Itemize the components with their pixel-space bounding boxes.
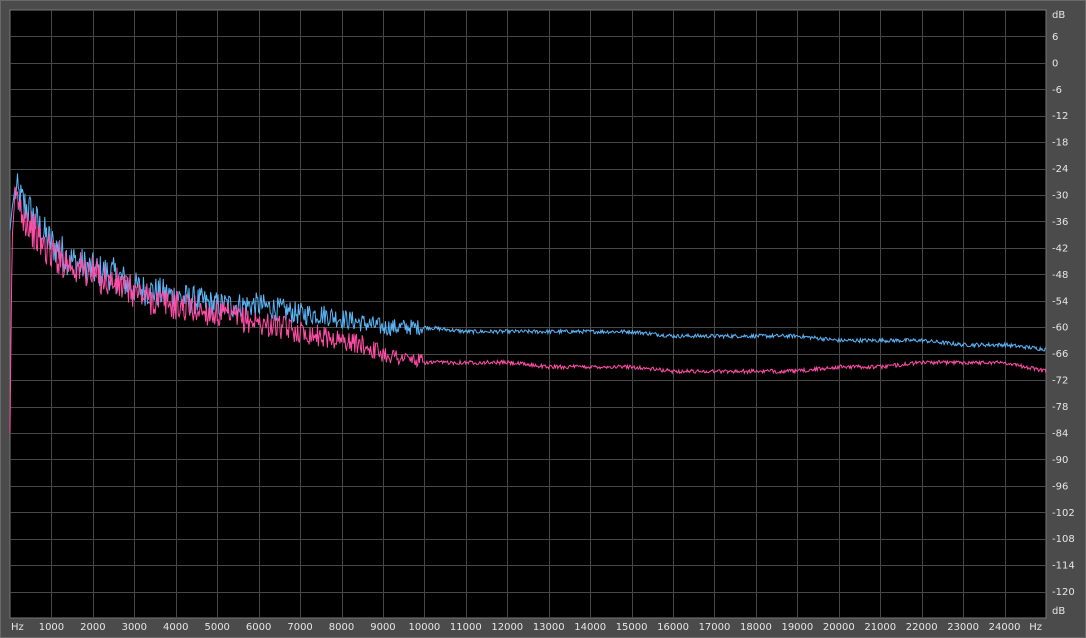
y-tick-label: -96: [1052, 481, 1068, 492]
spectrum-chart: 1000 2000 3000 4000 5000 6000 7000 8000 9000 1000…: [9, 9, 1075, 633]
x-tick-label: 20000: [823, 622, 855, 633]
x-tick-label: 5000: [204, 622, 229, 633]
x-unit-left: Hz: [11, 622, 24, 633]
x-tick-label: 1000: [39, 622, 64, 633]
x-unit-right: Hz: [1029, 622, 1042, 633]
y-tick-label: -66: [1052, 349, 1068, 360]
x-tick-label: 8000: [329, 622, 354, 633]
y-tick-label: 0: [1052, 58, 1058, 69]
spectrum-frame: 1000 2000 3000 4000 5000 6000 7000 8000 9000 1000…: [0, 0, 1086, 638]
x-tick-labels: 1000 2000 3000 4000 5000 6000 7000 8000 9000 1000…: [39, 622, 1021, 633]
x-tick-label: 16000: [657, 622, 689, 633]
y-unit-bottom: dB: [1052, 606, 1065, 617]
x-tick-label: 2000: [80, 622, 105, 633]
y-tick-label: -42: [1052, 243, 1068, 254]
y-tick-label: -24: [1052, 164, 1068, 175]
y-tick-label: -84: [1052, 428, 1068, 439]
x-tick-label: 18000: [740, 622, 772, 633]
x-tick-label: 24000: [989, 622, 1021, 633]
y-tick-label: -18: [1052, 138, 1068, 149]
y-tick-label: -6: [1052, 85, 1062, 96]
y-tick-labels: 6 0 -6 -12 -18 -24 -30 -36 -42 -48 -54 -60 -66 -72 -78…: [1052, 32, 1075, 598]
y-tick-label: -48: [1052, 270, 1068, 281]
y-tick-label: -90: [1052, 455, 1068, 466]
y-tick-label: -54: [1052, 296, 1068, 307]
x-tick-label: 15000: [616, 622, 648, 633]
y-tick-label: -72: [1052, 376, 1068, 387]
x-tick-label: 3000: [122, 622, 147, 633]
x-tick-label: 11000: [450, 622, 482, 633]
x-tick-label: 12000: [491, 622, 523, 633]
y-tick-label: 6: [1052, 32, 1058, 43]
x-tick-label: 4000: [163, 622, 188, 633]
x-tick-label: 19000: [781, 622, 813, 633]
x-tick-label: 17000: [699, 622, 731, 633]
x-tick-label: 13000: [533, 622, 565, 633]
x-tick-label: 23000: [947, 622, 979, 633]
x-tick-label: 21000: [864, 622, 896, 633]
x-tick-label: 10000: [408, 622, 440, 633]
y-tick-label: -108: [1052, 534, 1075, 545]
x-tick-label: 6000: [246, 622, 271, 633]
y-tick-label: -60: [1052, 323, 1068, 334]
y-tick-label: -114: [1052, 561, 1075, 572]
y-unit-top: dB: [1052, 10, 1065, 21]
y-tick-label: -12: [1052, 111, 1068, 122]
x-tick-label: 9000: [370, 622, 395, 633]
y-tick-label: -102: [1052, 508, 1075, 519]
y-tick-label: -30: [1052, 191, 1068, 202]
y-tick-label: -120: [1052, 587, 1075, 598]
x-tick-label: 22000: [906, 622, 938, 633]
x-tick-label: 14000: [574, 622, 606, 633]
x-tick-label: 7000: [287, 622, 312, 633]
y-tick-label: -78: [1052, 402, 1068, 413]
y-tick-label: -36: [1052, 217, 1068, 228]
